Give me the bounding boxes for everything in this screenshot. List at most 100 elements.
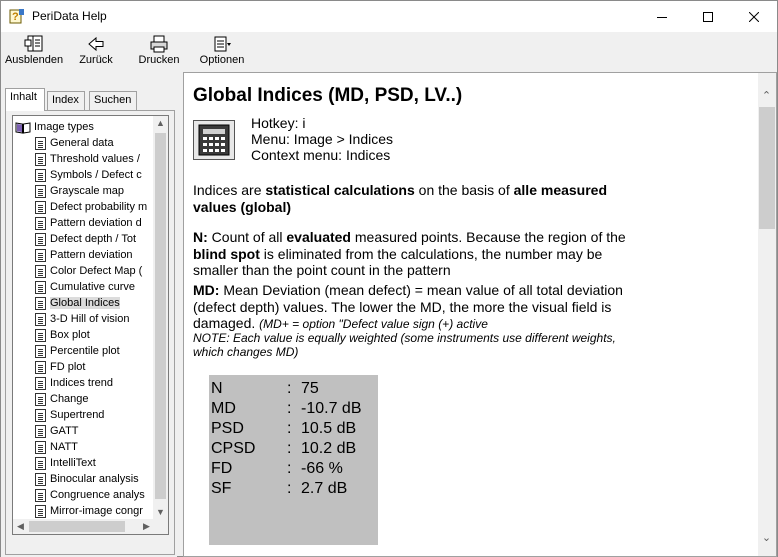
- topic-scroll-down-icon[interactable]: ⌄: [759, 531, 774, 546]
- back-button[interactable]: Zurück: [75, 35, 117, 71]
- tree-item-label: Pattern deviation d: [50, 217, 142, 229]
- topic-page-icon: [35, 152, 46, 166]
- tree-item[interactable]: Indices trend: [35, 375, 113, 391]
- print-label: Drucken: [138, 54, 180, 66]
- scroll-up-arrow-icon[interactable]: ▲: [153, 116, 168, 131]
- tree-item[interactable]: Global Indices: [35, 295, 120, 311]
- tree-item[interactable]: Change: [35, 391, 89, 407]
- tree-item[interactable]: FD plot: [35, 359, 85, 375]
- maximize-button[interactable]: [685, 1, 731, 32]
- tree-item[interactable]: Symbols / Defect c: [35, 167, 142, 183]
- svg-text:?: ?: [12, 11, 19, 23]
- index-row: N:75: [211, 380, 376, 400]
- topic-page-icon: [35, 472, 46, 486]
- tab-search[interactable]: Suchen: [89, 91, 137, 110]
- options-icon: [214, 36, 231, 52]
- index-value: 2.7 dB: [301, 480, 348, 497]
- tree-item[interactable]: Box plot: [35, 327, 90, 343]
- index-value: -10.7 dB: [301, 400, 362, 417]
- topic-page-icon: [35, 312, 46, 326]
- topic-scroll-up-icon[interactable]: ⌃: [759, 89, 774, 104]
- hotkey-text: Hotkey: i: [251, 115, 306, 131]
- topic-page-icon: [35, 216, 46, 230]
- topic-page-icon: [35, 248, 46, 262]
- tree-item[interactable]: GATT: [35, 423, 79, 439]
- tree-item[interactable]: General data: [35, 135, 114, 151]
- tree-item-image-types[interactable]: Image types: [15, 119, 94, 135]
- tree-item-label: Mirror-image congr: [50, 505, 143, 517]
- tree-item[interactable]: Percentile plot: [35, 343, 120, 359]
- tree-item[interactable]: Pattern deviation d: [35, 215, 142, 231]
- md-definition-paragraph: MD: Mean Deviation (mean defect) = mean …: [193, 282, 649, 333]
- tree-item[interactable]: IntelliText: [35, 455, 96, 471]
- topic-page-icon: [35, 392, 46, 406]
- tree-item-label: GATT: [50, 425, 79, 437]
- tree-item[interactable]: Color Defect Map (: [35, 263, 142, 279]
- tab-contents[interactable]: Inhalt: [5, 88, 45, 111]
- options-button[interactable]: Optionen: [197, 35, 247, 71]
- topic-page-icon: [35, 136, 46, 150]
- topic-vscroll-thumb[interactable]: [759, 107, 775, 229]
- topic-page-icon: [35, 504, 46, 518]
- scroll-down-arrow-icon[interactable]: ▼: [153, 505, 168, 520]
- tree-item[interactable]: Grayscale map: [35, 183, 124, 199]
- tree-item[interactable]: Defect probability m: [35, 199, 147, 215]
- minimize-icon: [657, 16, 667, 18]
- menu-path-text: Menu: Image > Indices: [251, 131, 394, 147]
- topic-pane: Global Indices (MD, PSD, LV..) Hotkey: i…: [183, 72, 777, 557]
- md-label: MD:: [193, 282, 220, 298]
- open-book-icon: [15, 121, 31, 134]
- tree-item[interactable]: Pattern deviation: [35, 247, 133, 263]
- scroll-right-arrow-icon[interactable]: ▶: [139, 519, 154, 534]
- tree-item[interactable]: 3-D Hill of vision: [35, 311, 129, 327]
- tree-item[interactable]: Cumulative curve: [35, 279, 135, 295]
- topic-page-icon: [35, 376, 46, 390]
- tree-item[interactable]: Defect depth / Tot: [35, 231, 136, 247]
- back-label: Zurück: [79, 54, 113, 66]
- context-menu-text: Context menu: Indices: [251, 147, 391, 163]
- window-title: PeriData Help: [32, 9, 107, 23]
- tree-item-label: Symbols / Defect c: [50, 169, 142, 181]
- printer-icon: [150, 35, 168, 53]
- index-name: PSD: [211, 420, 244, 437]
- tree-horizontal-scrollbar[interactable]: ◀ ▶: [13, 519, 154, 534]
- p1-text-c: on the basis of: [414, 182, 514, 198]
- tree-item[interactable]: Mirror-image congr: [35, 503, 143, 519]
- topic-page-icon: [35, 328, 46, 342]
- tree-item[interactable]: NATT: [35, 439, 78, 455]
- index-colon: :: [287, 440, 292, 457]
- tree-item-label: General data: [50, 137, 114, 149]
- topic-vertical-scrollbar[interactable]: ⌃ ⌄: [758, 73, 776, 556]
- close-button[interactable]: [731, 1, 777, 32]
- tree-item[interactable]: Binocular analysis: [35, 471, 139, 487]
- tree-rows: Image types General data Threshold values…: [13, 116, 154, 520]
- topic-page-icon: [35, 488, 46, 502]
- tree-vscroll-thumb[interactable]: [155, 133, 166, 499]
- back-arrow-icon: [88, 36, 104, 52]
- tree-item[interactable]: Supertrend: [35, 407, 104, 423]
- tree-item-label: Box plot: [50, 329, 90, 341]
- tab-index[interactable]: Index: [47, 91, 85, 110]
- hide-button[interactable]: Ausblenden: [5, 35, 63, 71]
- p2-text-d: blind spot: [193, 245, 260, 262]
- tree-vertical-scrollbar[interactable]: ▲ ▼: [153, 116, 168, 520]
- tree-item-label: Cumulative curve: [50, 281, 135, 293]
- tree-item[interactable]: Threshold values /: [35, 151, 140, 167]
- index-value: -66 %: [301, 460, 343, 477]
- tree-item-label: Supertrend: [50, 409, 105, 421]
- print-button[interactable]: Drucken: [137, 35, 181, 71]
- indices-calculator-icon: [193, 120, 235, 160]
- tree-hscroll-thumb[interactable]: [29, 521, 125, 532]
- index-row: SF:2.7 dB: [211, 480, 376, 500]
- topic-page-icon: [35, 296, 46, 310]
- scroll-left-arrow-icon[interactable]: ◀: [13, 519, 28, 534]
- toolbar: Ausblenden Zurück Drucken Optionen: [1, 32, 777, 72]
- index-row: MD: -10.7 dB: [211, 400, 376, 420]
- tree-item[interactable]: Congruence analys: [35, 487, 145, 503]
- tree-item-label: Binocular analysis: [50, 473, 139, 485]
- minimize-button[interactable]: [639, 1, 685, 32]
- topic-page-icon: [35, 344, 46, 358]
- hide-pane-icon: [24, 35, 43, 52]
- tree-item-label: Change: [50, 393, 89, 405]
- tree-item-label: Global Indices: [50, 297, 120, 309]
